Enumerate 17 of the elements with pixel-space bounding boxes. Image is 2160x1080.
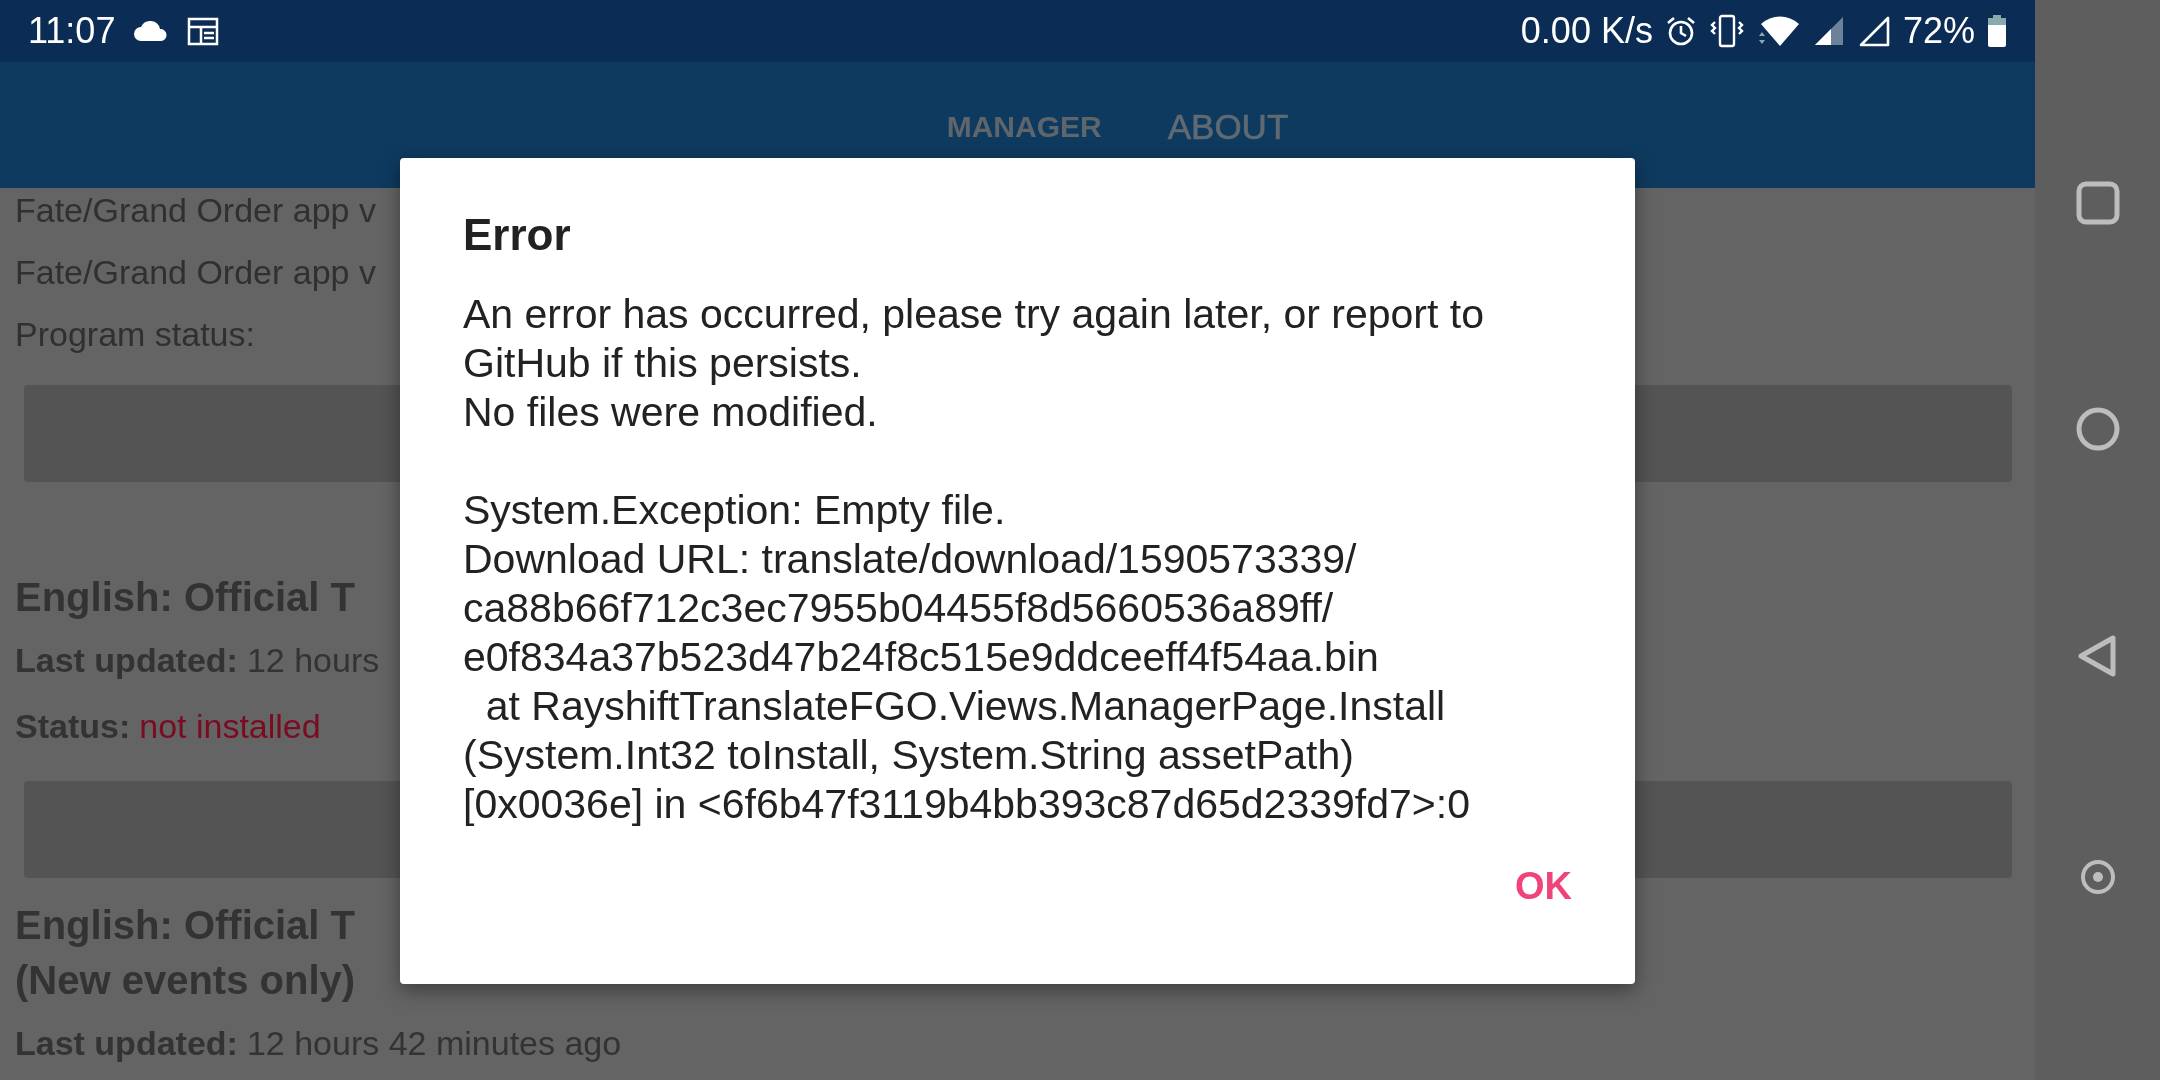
assistant-button[interactable]: [2079, 858, 2116, 895]
home-button[interactable]: [2074, 406, 2121, 453]
back-button[interactable]: [2076, 632, 2119, 679]
tab[interactable]: MANAGER: [946, 110, 1102, 144]
battery-percent: 72%: [1902, 10, 1975, 52]
dialog-title: Error: [463, 210, 571, 260]
tab[interactable]: ABOUT: [1167, 107, 1289, 147]
ok-button[interactable]: OK: [1501, 855, 1586, 918]
status-value: not installed: [139, 706, 321, 747]
wifi-icon: [1756, 14, 1801, 48]
network-speed: 0.00 K/s: [1520, 10, 1653, 52]
recents-button[interactable]: [2074, 180, 2121, 227]
error-message: An error has occurred, please try again later, or report to GitHub if this persists. No files were modified. System.Exception: Empty file. Download URL: translate/download/1590573339/ ca88b66f712c3ec7955b04455f8d5660536a89ff/ e0f834a37b523d47b24f8c515e9ddceeff4f54aa.bin at RayshiftTranslateFGO.Views.ManagerPage.Install (System.Int32 toInstall, System.String assetPath) [0x0036e] in <6f6b47f3119b4bb393c87d65d2339fd7>:0: [463, 290, 1484, 829]
clock-time: 11:07: [28, 10, 116, 52]
battery-icon: [1987, 14, 2007, 48]
calendar-icon: [187, 16, 220, 46]
vibrate-icon: [1708, 14, 1745, 48]
